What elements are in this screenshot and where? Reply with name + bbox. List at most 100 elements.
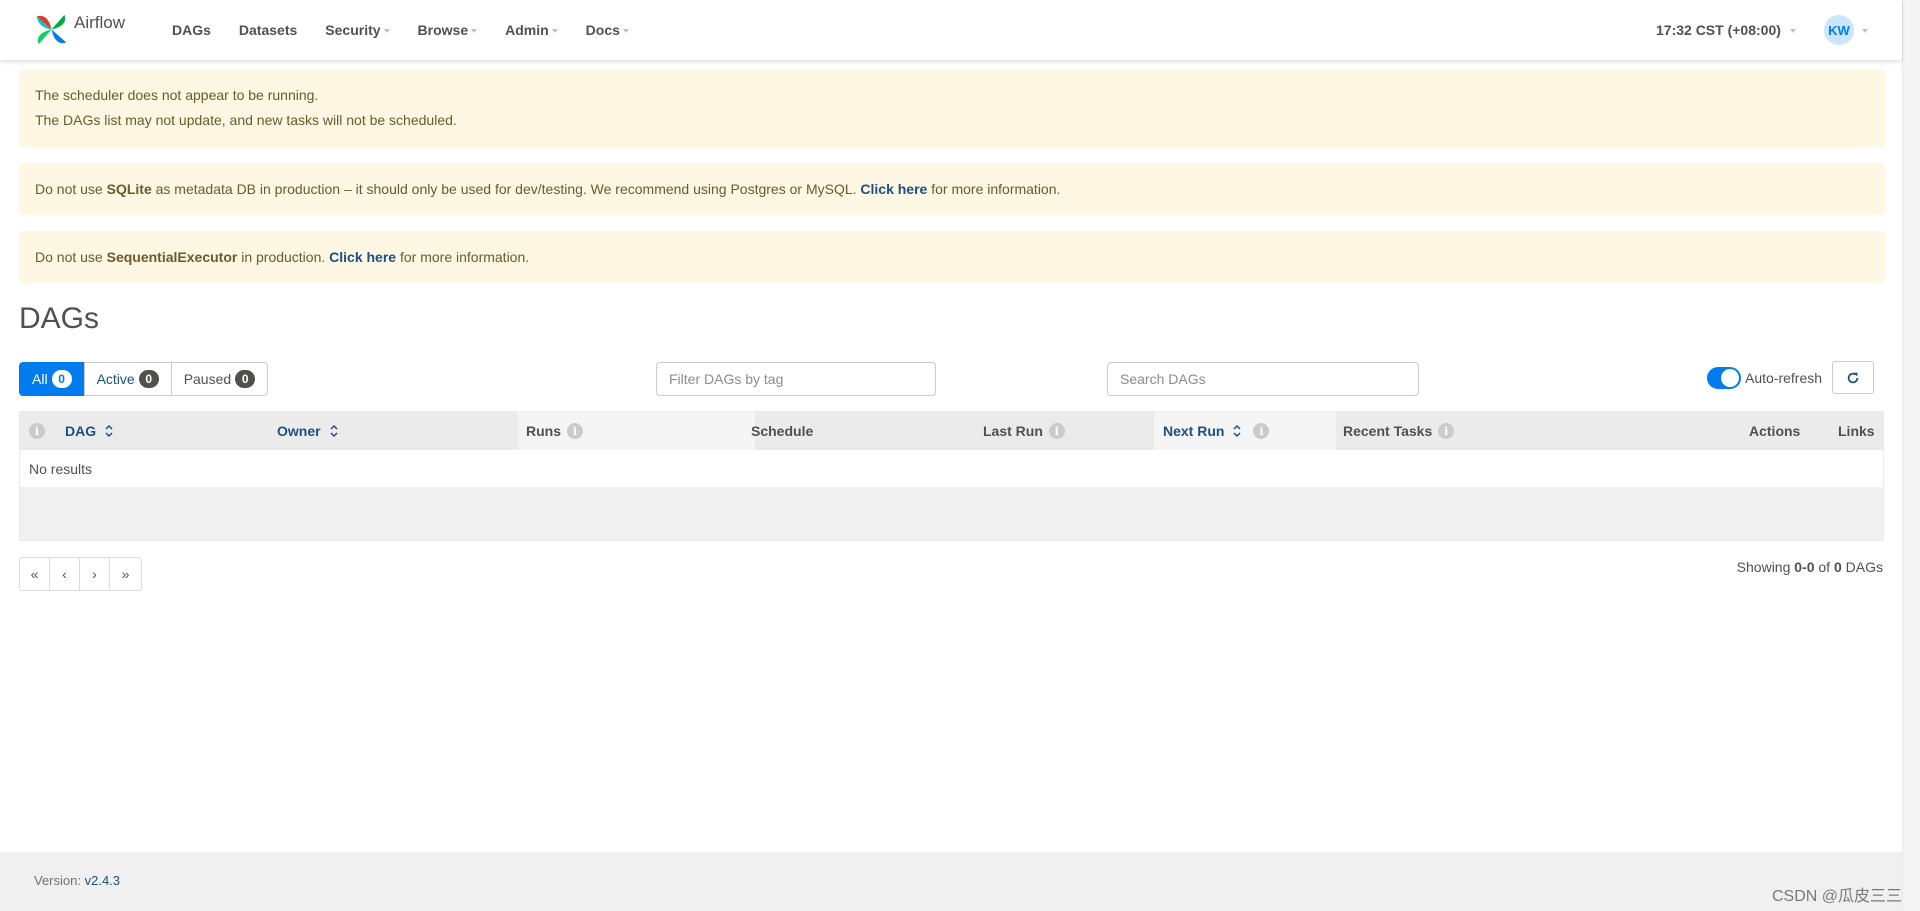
column-recent-tasks-label: Recent Tasks: [1343, 423, 1433, 439]
search-dags-input[interactable]: [1107, 362, 1419, 396]
showing-label: Showing: [1736, 559, 1791, 575]
user-initials: KW: [1828, 22, 1850, 38]
user-menu-dropdown[interactable]: KW: [1824, 0, 1868, 60]
menu-docs[interactable]: Docs: [572, 0, 643, 60]
refresh-button[interactable]: [1832, 361, 1874, 394]
menu-dags-label: DAGs: [172, 22, 211, 38]
sqlite-info-link[interactable]: Click here: [860, 181, 927, 197]
page-title: DAGs: [19, 302, 100, 335]
executor-warning-alert: Do not use SequentialExecutor in product…: [19, 231, 1885, 283]
column-actions-header: Actions: [1749, 412, 1800, 450]
info-icon[interactable]: i: [567, 423, 583, 439]
scheduler-warning-alert: The scheduler does not appear to be runn…: [19, 70, 1885, 147]
dag-status-filter: All 0 Active 0 Paused 0: [19, 362, 269, 396]
filter-paused-count-badge: 0: [235, 370, 256, 388]
showing-total: 0: [1833, 559, 1842, 575]
column-next-run-label: Next Run: [1163, 423, 1225, 439]
caret-down-icon: [1862, 29, 1868, 33]
showing-range: 0-0: [1794, 559, 1815, 575]
alert-text-middle: as metadata DB in production – it should…: [155, 180, 857, 197]
auto-refresh-label: Auto-refresh: [1745, 370, 1823, 386]
alert-text: Do not use SQLite as metadata DB in prod…: [35, 177, 1060, 202]
version-number: v2.4.3: [84, 873, 121, 888]
version-label: Version:: [34, 873, 81, 888]
column-dag-header[interactable]: DAG: [65, 412, 113, 450]
alert-text-prefix: Do not use: [35, 180, 103, 197]
column-links-label: Links: [1838, 423, 1875, 439]
clock-text: 17:32 CST (+08:00): [1656, 22, 1781, 38]
sort-icon: [330, 424, 338, 438]
info-icon[interactable]: i: [29, 423, 45, 439]
page-scrollbar[interactable]: [1902, 0, 1920, 911]
filter-active-label: Active: [96, 371, 135, 387]
menu-security-label: Security: [325, 22, 381, 38]
caret-down-icon: [383, 29, 390, 33]
prev-page-button[interactable]: ‹: [49, 557, 80, 591]
column-recent-tasks-header: Recent Tasks i: [1343, 412, 1455, 450]
auto-refresh-toggle[interactable]: Auto-refresh: [1707, 366, 1822, 390]
dags-table: i DAG Owner Runs i Schedule Last Run i N…: [19, 411, 1884, 541]
avatar: KW: [1824, 15, 1854, 45]
filter-active-button[interactable]: Active 0: [83, 362, 172, 396]
column-runs-header: Runs i: [526, 412, 583, 450]
caret-down-icon: [471, 29, 478, 33]
alert-strong-text: SQLite: [106, 180, 152, 197]
info-icon[interactable]: i: [1253, 423, 1270, 439]
menu-browse[interactable]: Browse: [404, 0, 492, 60]
column-runs-label: Runs: [526, 423, 561, 439]
table-row: No results: [20, 450, 1883, 487]
sort-icon: [1233, 424, 1241, 438]
alert-text: Do not use SequentialExecutor in product…: [35, 245, 529, 270]
column-actions-label: Actions: [1749, 423, 1801, 439]
airflow-logo-icon: [36, 14, 67, 44]
column-owner-header[interactable]: Owner: [277, 412, 338, 450]
column-schedule-header: Schedule: [751, 412, 813, 450]
alert-text: The DAGs list may not update, and new ta…: [35, 112, 457, 128]
column-dag-label: DAG: [65, 423, 97, 439]
column-next-run-header[interactable]: Next Run i: [1163, 412, 1270, 450]
filter-all-button[interactable]: All 0: [19, 362, 85, 396]
results-count: Showing 0-0 of 0 DAGs: [1737, 558, 1883, 576]
info-icon[interactable]: i: [1048, 423, 1065, 439]
caret-down-icon: [622, 29, 629, 33]
menu-admin-label: Admin: [505, 22, 549, 38]
menu-dags[interactable]: DAGs: [158, 0, 225, 60]
sqlite-warning-alert: Do not use SQLite as metadata DB in prod…: [19, 163, 1885, 215]
filter-active-count-badge: 0: [138, 370, 159, 388]
column-schedule-label: Schedule: [751, 423, 814, 439]
executor-info-link[interactable]: Click here: [329, 249, 396, 265]
tag-filter-input[interactable]: [656, 362, 936, 396]
menu-docs-label: Docs: [585, 22, 620, 38]
refresh-icon: [1847, 372, 1859, 383]
filter-paused-button[interactable]: Paused 0: [170, 362, 269, 396]
column-last-run-label: Last Run: [983, 423, 1043, 439]
next-page-button[interactable]: ›: [79, 557, 110, 591]
main-menu: DAGs Datasets Security Browse Admin Docs: [158, 0, 643, 60]
filter-all-count-badge: 0: [51, 370, 72, 388]
menu-security[interactable]: Security: [311, 0, 403, 60]
alert-text-suffix: for more information.: [399, 248, 530, 265]
info-icon[interactable]: i: [1438, 423, 1455, 439]
first-page-button[interactable]: «: [19, 557, 50, 591]
filter-all-label: All: [32, 371, 48, 387]
toggle-knob: [1721, 369, 1739, 387]
column-last-run-header: Last Run i: [983, 412, 1065, 450]
alert-strong-text: SequentialExecutor: [106, 248, 238, 265]
column-info: i: [29, 412, 45, 450]
menu-admin[interactable]: Admin: [491, 0, 572, 60]
caret-down-icon: [551, 29, 558, 33]
version-info: Version: v2.4.3: [34, 873, 120, 888]
airflow-home-link[interactable]: Airflow: [33, 8, 125, 50]
top-navbar: Airflow DAGs Datasets Security Browse Ad…: [0, 0, 1902, 60]
column-owner-label: Owner: [277, 423, 321, 439]
sort-icon: [105, 424, 113, 438]
alert-text-suffix: for more information.: [931, 180, 1061, 197]
timezone-clock-dropdown[interactable]: 17:32 CST (+08:00): [1656, 0, 1796, 60]
filter-paused-label: Paused: [183, 371, 232, 387]
last-page-button[interactable]: »: [109, 557, 142, 591]
column-links-header: Links: [1838, 412, 1875, 450]
table-header: i DAG Owner Runs i Schedule Last Run i N…: [20, 412, 1883, 450]
menu-datasets[interactable]: Datasets: [225, 0, 311, 60]
toggle-switch[interactable]: [1707, 367, 1741, 389]
showing-of: of: [1818, 559, 1831, 575]
